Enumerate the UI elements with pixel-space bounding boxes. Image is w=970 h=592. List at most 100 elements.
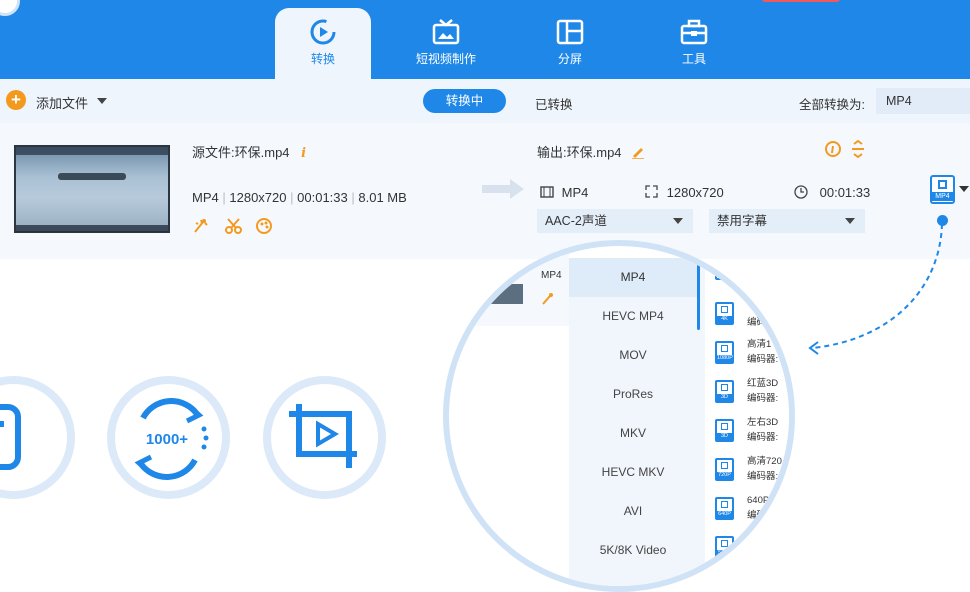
preset-list: 4K 编码 1080P 高清1 编码器: 3D 红蓝3D 编码器: 3D 左右3… xyxy=(705,246,789,586)
preset-encoder: 编码 xyxy=(747,510,767,521)
bg-format: MP4 xyxy=(541,270,562,281)
preset-encoder: 编码器: xyxy=(747,354,779,365)
output-resolution: 1280x720 xyxy=(666,185,724,200)
tv-icon xyxy=(432,19,460,45)
source-size: 8.01 MB xyxy=(358,190,407,205)
palette-icon[interactable] xyxy=(256,218,272,234)
preset-name: 640P xyxy=(747,495,770,506)
enhance-icon xyxy=(542,293,553,305)
tab-label: 转换 xyxy=(310,52,335,66)
source-meta: MP4 | 1280x720 | 00:01:33 | 8.01 MB xyxy=(192,190,407,205)
preset-badge: 4K xyxy=(717,316,732,323)
chevron-down-icon[interactable] xyxy=(959,186,969,192)
preset-3d-red-blue[interactable]: 3D xyxy=(715,380,734,403)
preset-720p[interactable]: 720P xyxy=(715,458,734,481)
enhance-icon[interactable] xyxy=(194,219,208,233)
format-option-5k8k[interactable]: 5K/8K Video xyxy=(569,531,697,570)
video-thumbnail[interactable] xyxy=(14,145,170,233)
add-file-plus-icon[interactable]: + xyxy=(6,90,26,110)
chevron-down-icon[interactable] xyxy=(97,98,107,104)
info-icon[interactable]: i xyxy=(301,146,306,161)
preset-4k[interactable]: 4K xyxy=(715,302,734,325)
output-duration: 00:01:33 xyxy=(819,185,871,200)
source-duration: 00:01:33 xyxy=(297,190,348,205)
arrow-right-icon xyxy=(482,179,524,199)
output-format: MP4 xyxy=(561,185,589,200)
resize-icon xyxy=(645,185,658,198)
clock-icon xyxy=(794,185,808,199)
output-actions xyxy=(825,140,864,158)
preset-1080p[interactable]: 1080P xyxy=(715,341,734,364)
format-option-mkv[interactable]: MKV xyxy=(569,414,697,453)
tab-convert[interactable]: 转换 xyxy=(275,8,371,79)
preset-640p[interactable]: 640P xyxy=(715,497,734,520)
magnifier-view: MP4 MP4 HEVC MP4 MOV ProRes MKV HEVC MKV… xyxy=(443,240,795,592)
preset-badge: 1080P xyxy=(717,355,733,362)
tab-converted[interactable]: 已转换 xyxy=(535,94,573,113)
batch-convert-icon: 1000+ xyxy=(134,398,209,480)
tab-short-video[interactable]: 短视频制作 xyxy=(398,8,494,79)
source-label: 源文件: xyxy=(192,145,235,160)
info-circle-icon[interactable] xyxy=(825,141,841,157)
film-icon xyxy=(540,186,554,198)
toolbox-icon xyxy=(680,19,708,45)
format-list: MP4 HEVC MP4 MOV ProRes MKV HEVC MKV AVI… xyxy=(569,258,705,586)
subtitle-value: 禁用字幕 xyxy=(717,214,768,228)
output-format-item: MP4 xyxy=(540,185,588,200)
batch-count-text: 1000+ xyxy=(146,431,188,448)
thumbnail-topbar xyxy=(16,147,168,155)
pencil-icon[interactable] xyxy=(631,145,645,160)
preset-3d-side[interactable]: 3D xyxy=(715,419,734,442)
convert-all-select[interactable]: MP4 xyxy=(876,88,970,114)
format-option-prores[interactable]: ProRes xyxy=(569,375,697,414)
convert-all-label: 全部转换为: xyxy=(799,98,865,112)
preset-name: 高清720 xyxy=(747,456,782,467)
convert-icon xyxy=(310,19,336,45)
format-option-hevc-mkv[interactable]: HEVC MKV xyxy=(569,453,697,492)
feature-text xyxy=(0,376,75,499)
text-icon xyxy=(0,404,21,470)
source-resolution: 1280x720 xyxy=(229,190,287,205)
output-resolution-item: 1280x720 xyxy=(645,185,724,200)
preset-badge: 3D xyxy=(717,394,732,401)
tab-converting[interactable]: 转换中 xyxy=(423,89,506,113)
format-option-hevc-mp4[interactable]: HEVC MP4 xyxy=(569,297,697,336)
tab-label: 短视频制作 xyxy=(415,52,476,66)
tab-tools[interactable]: 工具 xyxy=(646,8,742,79)
audio-track-value: AAC-2声道 xyxy=(545,214,607,228)
feature-crop-video xyxy=(263,376,386,499)
format-option-avi[interactable]: AVI xyxy=(569,492,697,531)
output-format-button[interactable]: MP4 xyxy=(930,175,955,204)
preset-encoder: 编码 xyxy=(747,317,767,328)
crop-video-icon xyxy=(289,404,357,468)
format-option-mov[interactable]: MOV xyxy=(569,336,697,375)
preset-encoder: 编码器: xyxy=(747,471,779,482)
scissors-icon[interactable] xyxy=(225,218,242,234)
source-filename: 环保.mp4 xyxy=(234,145,290,160)
tab-label: 分屏 xyxy=(557,52,582,66)
dashed-arrow-icon xyxy=(808,223,943,355)
format-list-scrollbar[interactable] xyxy=(697,260,700,330)
format-option-mp4[interactable]: MP4 xyxy=(569,258,697,297)
preset-576p[interactable]: 576P xyxy=(715,536,734,559)
format-badge-label: MP4 xyxy=(932,192,953,201)
tab-split-screen[interactable]: 分屏 xyxy=(522,8,618,79)
tab-label: 工具 xyxy=(681,52,706,66)
source-format: MP4 xyxy=(192,190,219,205)
output-filename: 环保.mp4 xyxy=(566,145,622,160)
preset-badge: 3D xyxy=(717,433,732,440)
add-file-button[interactable]: 添加文件 xyxy=(36,93,88,112)
preset-name: 红蓝3D xyxy=(747,378,779,389)
preset-name: 高清1 xyxy=(747,339,772,350)
thumbnail-controls xyxy=(16,225,168,232)
output-file-info: 输出:环保.mp4 xyxy=(537,142,645,161)
preset-icon[interactable] xyxy=(715,266,734,280)
output-label: 输出: xyxy=(537,145,567,160)
compress-icon[interactable] xyxy=(852,140,864,158)
audio-track-select[interactable]: AAC-2声道 xyxy=(537,209,693,233)
chevron-down-icon xyxy=(673,218,683,224)
thumbnail-progress xyxy=(58,173,126,180)
output-duration-item: 00:01:33 xyxy=(794,185,870,200)
promo-button[interactable] xyxy=(762,0,840,2)
preset-name: 左右3D xyxy=(747,417,779,428)
